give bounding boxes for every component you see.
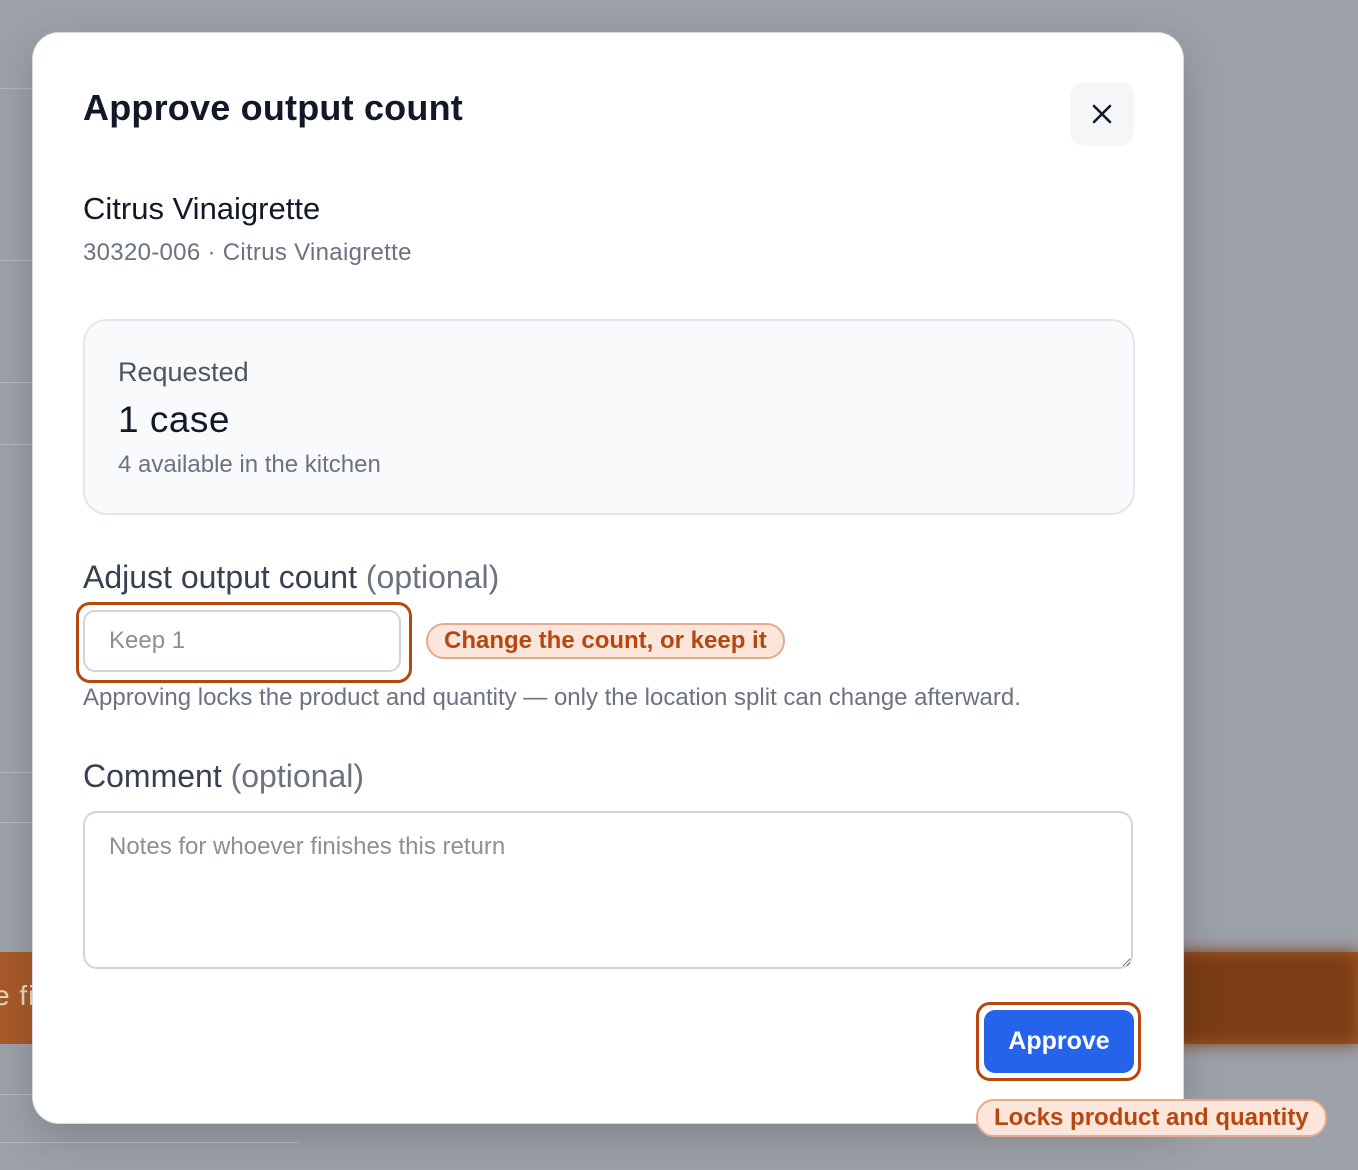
approve-dialog: Approve output count Citrus Vinaigrette … (33, 33, 1183, 1123)
close-icon (1090, 102, 1114, 126)
background-banner-text: e fi (0, 980, 36, 1011)
requested-value: 1 case (118, 399, 231, 440)
output-count-input[interactable] (83, 610, 401, 672)
dialog-title: Approve output count (83, 87, 463, 128)
adjust-count-label: Adjust output count (optional) (83, 559, 499, 596)
approve-button[interactable]: Approve (984, 1010, 1134, 1073)
count-hint-pill: Change the count, or keep it (426, 623, 785, 659)
approve-hint-pill: Locks product and quantity (976, 1099, 1327, 1137)
availability-text: 4 available in the kitchen (118, 451, 381, 478)
comment-textarea[interactable] (83, 811, 1133, 969)
requested-summary-card: Requested 1 case 4 available in the kitc… (83, 319, 1135, 515)
comment-label-text: Comment (83, 758, 222, 794)
close-button[interactable] (1070, 82, 1134, 146)
product-sku-line: 30320-006 · Citrus Vinaigrette (83, 239, 412, 266)
optional-tag: (optional) (230, 758, 364, 794)
lock-help-text: Approving locks the product and quantity… (83, 684, 1021, 711)
requested-label: Requested (118, 357, 249, 387)
product-name: Citrus Vinaigrette (83, 191, 321, 226)
bg-divider (0, 1142, 300, 1143)
comment-label: Comment (optional) (83, 758, 364, 795)
adjust-count-label-text: Adjust output count (83, 559, 357, 595)
optional-tag: (optional) (365, 559, 500, 595)
